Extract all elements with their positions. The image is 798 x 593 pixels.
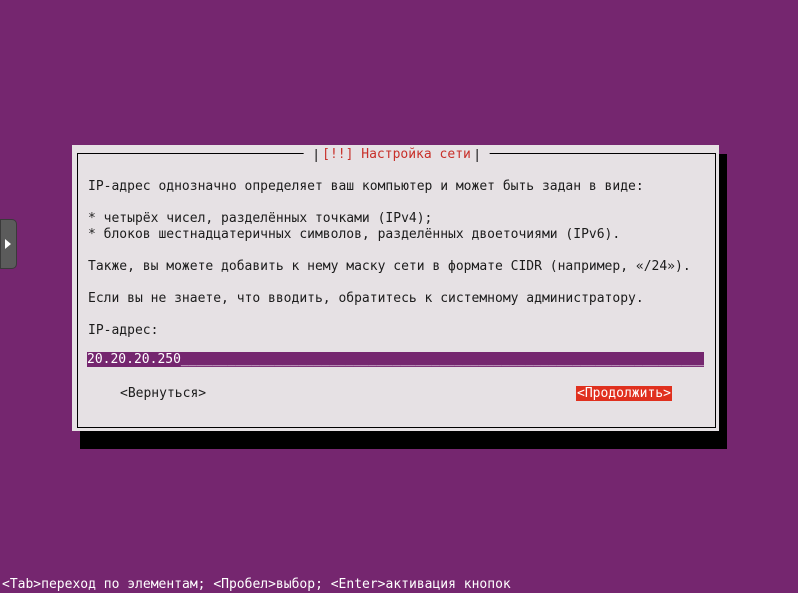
ip-address-input[interactable]: 20.20.20.250____________________________… (87, 352, 704, 367)
dialog-content: IP-адрес однозначно определяет ваш компь… (88, 145, 691, 338)
back-button[interactable]: <Вернуться> (120, 386, 206, 401)
network-config-dialog: [!!] Настройка сети IP-адрес однозначно … (72, 145, 719, 431)
ip-address-fill: ________________________________________… (180, 352, 704, 367)
intro-text: IP-адрес однозначно определяет ваш компь… (88, 179, 644, 194)
play-arrow-icon (5, 239, 11, 249)
title-left-bar (315, 148, 317, 162)
admin-note: Если вы не знаете, что вводить, обратите… (88, 291, 644, 306)
keyboard-help-bar: <Tab>переход по элементам; <Пробел>выбор… (2, 577, 511, 592)
dialog-title: [!!] Настройка сети (322, 147, 471, 162)
installer-screen: [!!] Настройка сети IP-адрес однозначно … (0, 0, 798, 593)
side-panel-tab[interactable] (0, 219, 17, 269)
continue-button[interactable]: <Продолжить> (576, 386, 672, 401)
bullet-ipv6: * блоков шестнадцатеричных символов, раз… (88, 227, 621, 242)
ip-address-value: 20.20.20.250 (87, 352, 181, 367)
ip-field-label: IP-адрес: (88, 323, 159, 338)
bullet-ipv4: * четырёх чисел, разделённых точками (IP… (88, 211, 433, 226)
dialog-title-box: [!!] Настройка сети (303, 147, 490, 163)
cidr-note: Также, вы можете добавить к нему маску с… (88, 259, 691, 274)
title-right-bar (476, 148, 478, 162)
